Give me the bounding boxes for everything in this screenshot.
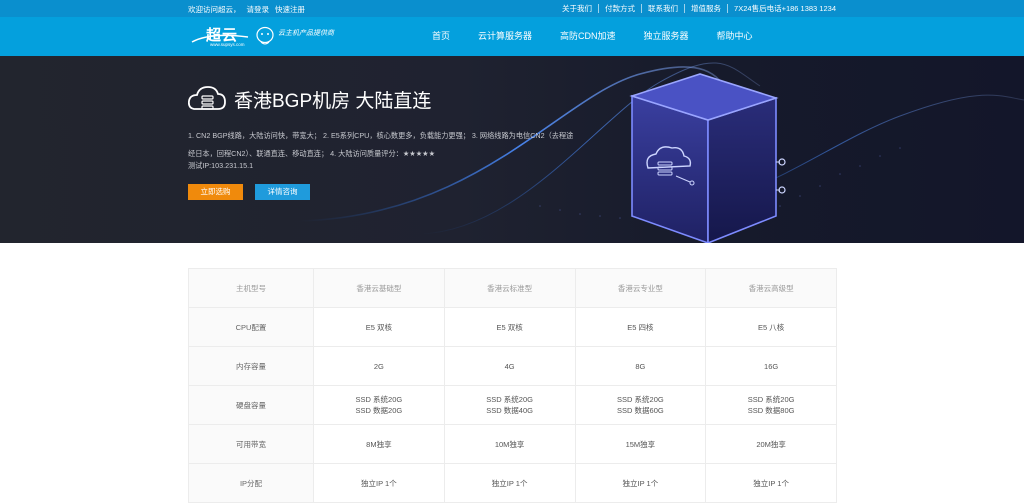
login-link[interactable]: 请登录 <box>247 4 270 15</box>
banner-description: 1. CN2 BGP线路，大陆访问快，带宽大； 2. E5系列CPU，核心数更多… <box>188 131 574 158</box>
table-cell: 16G <box>705 346 837 386</box>
nav-item-cloud-servers[interactable]: 云计算服务器 <box>464 17 546 56</box>
table-header-row: 主机型号 香港云基础型 香港云标准型 香港云专业型 香港云高级型 <box>188 268 837 308</box>
row-label-cpu: CPU配置 <box>188 307 314 347</box>
table-cell: 独立IP 1个 <box>574 463 707 503</box>
nav-item-cdn[interactable]: 高防CDN加速 <box>546 17 630 56</box>
table-cell: 独立IP 1个 <box>443 463 576 503</box>
table-cell: SSD 系统20G SSD 数据40G <box>443 385 576 425</box>
contact-us-link[interactable]: 联系我们 <box>642 4 686 13</box>
nav-item-help-center[interactable]: 帮助中心 <box>703 17 767 56</box>
table-cell: E5 四核 <box>574 307 707 347</box>
top-bar: 欢迎访问超云， 请登录 快速注册 关于我们 付款方式 联系我们 增值服务 7X2… <box>0 0 1024 17</box>
table-cell: SSD 系统20G SSD 数据80G <box>705 385 837 425</box>
table-cell: 15M独享 <box>574 424 707 464</box>
nav-menu: 首页 云计算服务器 高防CDN加速 独立服务器 帮助中心 <box>420 17 767 56</box>
table-cell: SSD 系统20G SSD 数据60G <box>574 385 707 425</box>
table-row: CPU配置 E5 双核 E5 双核 E5 四核 E5 八核 <box>188 307 837 347</box>
pricing-table-wrapper: 主机型号 香港云基础型 香港云标准型 香港云专业型 香港云高级型 CPU配置 E… <box>188 268 837 503</box>
header-basic: 香港云基础型 <box>313 268 445 308</box>
welcome-text: 欢迎访问超云， <box>188 5 241 14</box>
buy-now-button[interactable]: 立即选购 <box>188 184 243 200</box>
support-hotline: 7X24售后电话+186 1383 1234 <box>734 4 836 13</box>
table-cell: E5 双核 <box>313 307 445 347</box>
table-cell: 独立IP 1个 <box>705 463 837 503</box>
header-standard: 香港云标准型 <box>443 268 576 308</box>
table-cell: 2G <box>313 346 445 386</box>
about-us-link[interactable]: 关于我们 <box>556 4 600 13</box>
table-row: 内存容量 2G 4G 8G 16G <box>188 346 837 386</box>
header-model: 主机型号 <box>188 268 314 308</box>
row-label-ip: IP分配 <box>188 463 314 503</box>
row-label-disk: 硬盘容量 <box>188 385 314 425</box>
top-bar-links: 关于我们 付款方式 联系我们 增值服务 7X24售后电话+186 1383 12… <box>556 4 836 13</box>
hero-banner: 香港BGP机房 大陆直连 1. CN2 BGP线路，大陆访问快，带宽大； 2. … <box>0 56 1024 243</box>
payment-methods-link[interactable]: 付款方式 <box>599 4 643 13</box>
banner-title: 香港BGP机房 大陆直连 <box>234 90 432 112</box>
table-cell: E5 八核 <box>705 307 837 347</box>
row-label-bandwidth: 可用带宽 <box>188 424 314 464</box>
pricing-table: 主机型号 香港云基础型 香港云标准型 香港云专业型 香港云高级型 CPU配置 E… <box>188 268 837 503</box>
header-advanced: 香港云高级型 <box>705 268 837 308</box>
table-cell: 8M独享 <box>313 424 445 464</box>
table-row: IP分配 独立IP 1个 独立IP 1个 独立IP 1个 独立IP 1个 <box>188 463 837 503</box>
register-link[interactable]: 快速注册 <box>275 4 305 15</box>
table-cell: 10M独享 <box>443 424 576 464</box>
table-row: 硬盘容量 SSD 系统20G SSD 数据20G SSD 系统20G SSD 数… <box>188 385 837 425</box>
logo-domain: www.supsys.com <box>210 42 245 47</box>
table-cell: SSD 系统20G SSD 数据20G <box>313 385 445 425</box>
nav-item-dedicated-servers[interactable]: 独立服务器 <box>630 17 703 56</box>
table-cell: 4G <box>443 346 576 386</box>
consult-button[interactable]: 详情咨询 <box>255 184 310 200</box>
logo-slogan: 云主机产品提供商 <box>278 30 334 37</box>
table-cell: 独立IP 1个 <box>313 463 445 503</box>
table-cell: E5 双核 <box>443 307 576 347</box>
header-professional: 香港云专业型 <box>574 268 707 308</box>
row-label-memory: 内存容量 <box>188 346 314 386</box>
banner-title-row: 香港BGP机房 大陆直连 <box>188 85 431 113</box>
table-cell: 20M独享 <box>705 424 837 464</box>
table-cell: 8G <box>574 346 707 386</box>
mascot-icon <box>256 26 274 45</box>
banner-test-ip: 测试IP:103.231.15.1 <box>188 161 254 170</box>
table-row: 可用带宽 8M独享 10M独享 15M独享 20M独享 <box>188 424 837 464</box>
cloud-server-icon <box>188 86 226 110</box>
nav-item-home[interactable]: 首页 <box>420 17 464 56</box>
top-bar-welcome: 欢迎访问超云， 请登录 快速注册 <box>188 4 305 15</box>
site-logo[interactable]: 超云 www.supsys.com 云主机产品提供商 <box>190 22 360 52</box>
value-added-services-link[interactable]: 增值服务 <box>685 4 729 13</box>
main-nav: 超云 www.supsys.com 云主机产品提供商 首页 云计算服务器 高防C… <box>0 17 1024 56</box>
